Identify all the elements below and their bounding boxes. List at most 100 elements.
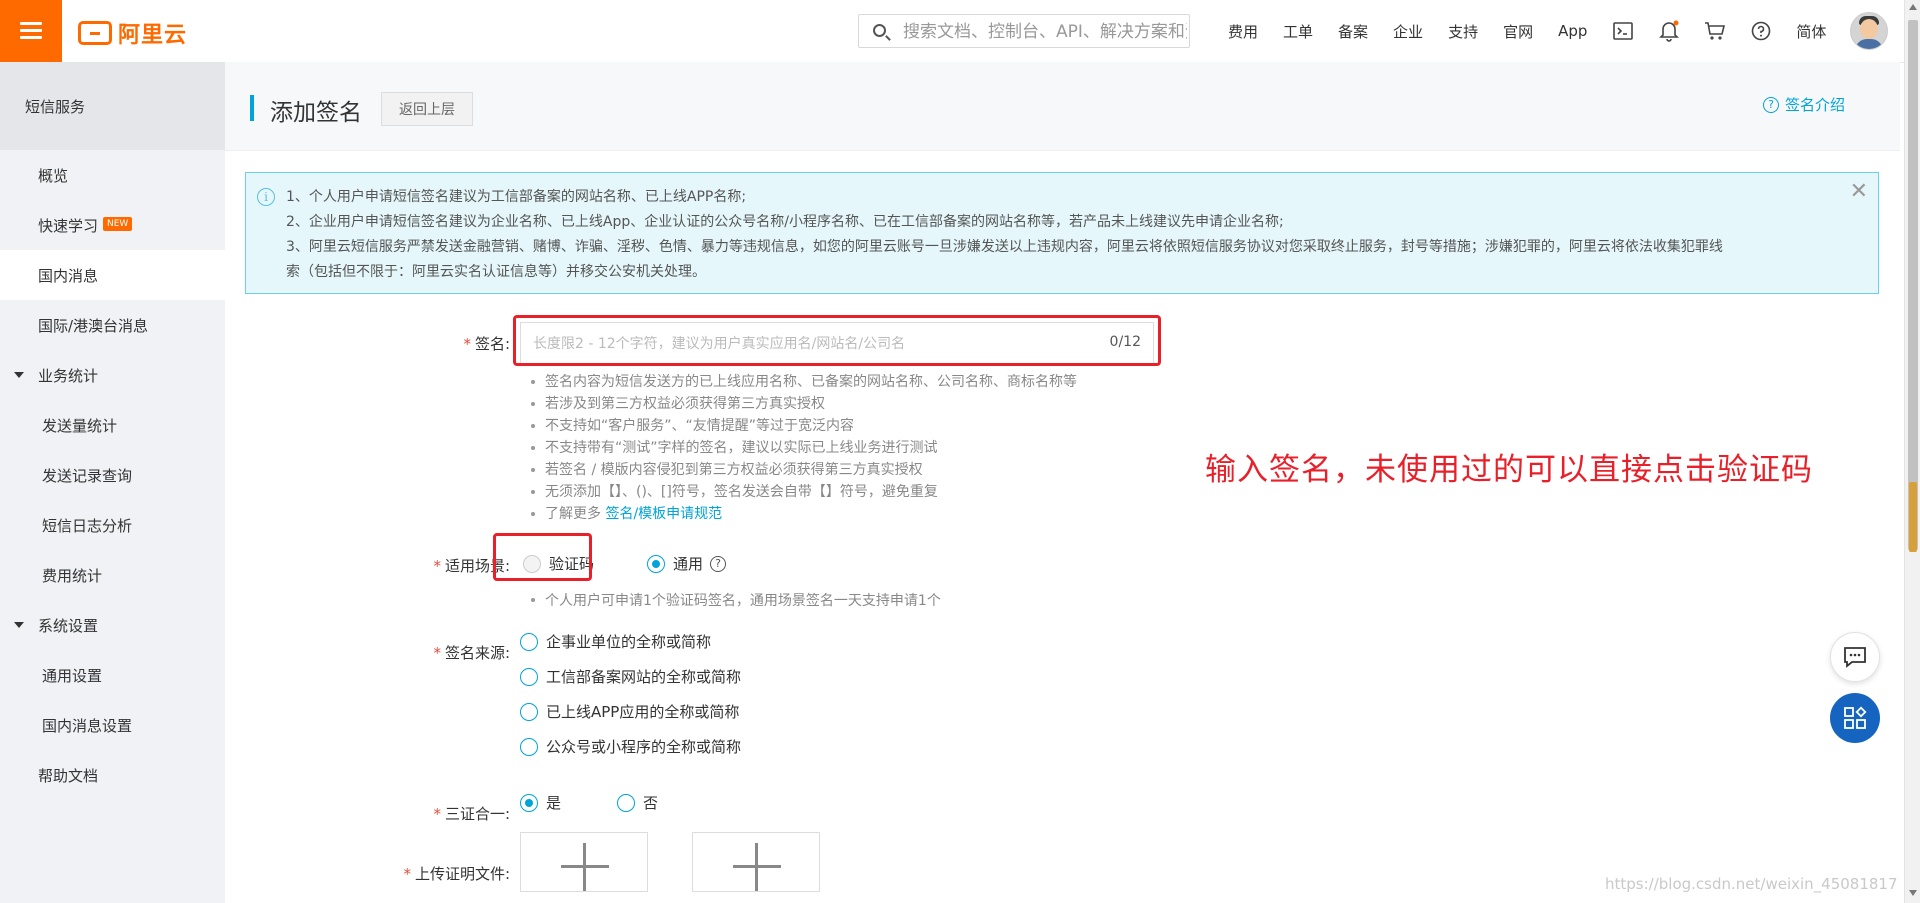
bell-icon[interactable] [1658, 20, 1680, 42]
sidebar-item-cost-stats[interactable]: 费用统计 [0, 550, 225, 600]
radio-circle [520, 632, 538, 651]
close-icon[interactable]: ✕ [1850, 181, 1868, 203]
scroll-thumb[interactable] [1908, 20, 1918, 550]
radio-circle [617, 793, 635, 812]
search-box[interactable] [858, 14, 1190, 48]
caret-down-icon [14, 622, 24, 628]
apps-icon [1844, 706, 1867, 729]
question-icon: ? [1762, 96, 1779, 113]
title-accent-bar [250, 95, 254, 121]
top-bar: 阿里云 费用 工单 备案 企业 支持 官网 App 简体 [0, 0, 1904, 63]
sidebar-title: 短信服务 [25, 98, 86, 116]
chat-icon [1844, 647, 1866, 668]
radio-general[interactable]: 通用 ? [647, 553, 727, 574]
notice-line: 索（包括但不限于：阿里云实名认证信息等）并移交公安机关处理。 [286, 264, 706, 280]
sidebar-item-international[interactable]: 国际/港澳台消息 [0, 300, 225, 350]
list-item: 了解更多 签名/模板申请规范 [531, 503, 1077, 525]
three-in-one-label: * 三证合一: [433, 805, 510, 823]
radio-circle [520, 667, 538, 686]
radio-yes[interactable]: 是 [520, 792, 561, 813]
radio-source-website[interactable]: 工信部备案网站的全称或简称 [520, 666, 741, 687]
sidebar-header: 短信服务 [0, 62, 225, 150]
scroll-up-icon[interactable] [1909, 4, 1917, 10]
sidebar-item-send-volume[interactable]: 发送量统计 [0, 400, 225, 450]
logo-text: 阿里云 [118, 23, 188, 48]
notice-line: 2、企业用户申请短信签名建议为企业名称、已上线App、企业认证的公众号名称/小程… [286, 214, 1284, 230]
signature-hints: 签名内容为短信发送方的已上线应用名称、已备案的网站名称、公司名称、商标名称等 若… [531, 371, 1077, 525]
application-rules-link[interactable]: 签名/模板申请规范 [605, 506, 722, 522]
radio-circle [520, 793, 538, 812]
nav-support[interactable]: 支持 [1448, 21, 1478, 42]
hamburger-icon [20, 22, 42, 40]
page-title: 添加签名 [270, 100, 362, 126]
annotation-box-signature [513, 315, 1161, 366]
source-label: * 签名来源: [433, 644, 510, 662]
menu-button[interactable] [0, 0, 62, 62]
list-item: 若涉及到第三方权益必须获得第三方真实授权 [531, 393, 1077, 415]
scroll-down-icon[interactable] [1909, 890, 1917, 896]
top-nav: 费用 工单 备案 企业 支持 官网 App 简体 [1228, 0, 1889, 62]
notice-banner: i ✕ 1、个人用户申请短信签名建议为工信部备案的网站名称、已上线APP名称; … [245, 172, 1879, 294]
apps-button[interactable] [1830, 693, 1880, 743]
list-item: 不支持如“客户服务”、“友情提醒”等过于宽泛内容 [531, 415, 1077, 437]
list-item: 签名内容为短信发送方的已上线应用名称、已备案的网站名称、公司名称、商标名称等 [531, 371, 1077, 393]
search-icon [873, 24, 886, 37]
page-scrollbar[interactable] [1904, 0, 1920, 903]
upload-slot-1[interactable] [520, 832, 648, 892]
sidebar-item-domestic[interactable]: 国内消息 [0, 250, 225, 300]
nav-official-site[interactable]: 官网 [1503, 21, 1533, 42]
cart-icon[interactable] [1704, 20, 1726, 42]
list-item: 不支持带有“测试”字样的签名，建议以实际已上线业务进行测试 [531, 437, 1077, 459]
page-header: 添加签名 返回上层 ? 签名介绍 [225, 62, 1900, 151]
nav-fees[interactable]: 费用 [1228, 21, 1258, 42]
notice-line: 1、个人用户申请短信签名建议为工信部备案的网站名称、已上线APP名称; [286, 189, 747, 205]
sidebar-item-log-analysis[interactable]: 短信日志分析 [0, 500, 225, 550]
sidebar-item-domestic-settings[interactable]: 国内消息设置 [0, 700, 225, 750]
radio-circle [520, 737, 538, 756]
nav-tickets[interactable]: 工单 [1283, 21, 1313, 42]
back-button[interactable]: 返回上层 [381, 92, 473, 126]
main-content: 添加签名 返回上层 ? 签名介绍 i ✕ 1、个人用户申请短信签名建议为工信部备… [225, 62, 1900, 903]
nav-icp[interactable]: 备案 [1338, 21, 1368, 42]
help-icon[interactable] [1750, 20, 1772, 42]
aliyun-logo-icon [78, 21, 112, 45]
terminal-icon[interactable] [1612, 20, 1634, 42]
scroll-grip [1909, 482, 1917, 552]
upload-label: * 上传证明文件: [403, 865, 510, 883]
sidebar-item-overview[interactable]: 概览 [0, 150, 225, 200]
sidebar-item-general-settings[interactable]: 通用设置 [0, 650, 225, 700]
radio-circle [647, 554, 665, 573]
user-avatar[interactable] [1850, 12, 1889, 50]
new-badge: NEW [103, 217, 133, 231]
language-switch[interactable]: 简体 [1796, 21, 1826, 42]
sidebar-group-settings[interactable]: 系统设置 [0, 600, 225, 650]
radio-source-app[interactable]: 已上线APP应用的全称或简称 [520, 701, 739, 722]
sidebar-item-help-docs[interactable]: 帮助文档 [0, 750, 225, 800]
scene-label: * 适用场景: [433, 557, 510, 575]
chat-button[interactable] [1830, 632, 1880, 682]
aliyun-logo[interactable]: 阿里云 [78, 17, 187, 49]
nav-app[interactable]: App [1558, 22, 1587, 40]
nav-enterprise[interactable]: 企业 [1393, 21, 1423, 42]
question-icon[interactable]: ? [710, 555, 727, 572]
radio-no[interactable]: 否 [617, 792, 658, 813]
radio-source-mini-program[interactable]: 公众号或小程序的全称或简称 [520, 736, 741, 757]
sidebar-group-statistics[interactable]: 业务统计 [0, 350, 225, 400]
radio-circle [520, 702, 538, 721]
upload-slot-2[interactable] [692, 832, 820, 892]
sidebar-item-quickstart[interactable]: 快速学习 NEW [0, 200, 225, 250]
list-item: 无须添加【】、()、[]符号，签名发送会自带【】符号，避免重复 [531, 481, 1077, 503]
sidebar: 短信服务 概览 快速学习 NEW 国内消息 国际/港澳台消息 业务统计 发送量统… [0, 62, 225, 903]
notice-line: 3、阿里云短信服务严禁发送金融营销、赌博、诈骗、淫秽、色情、暴力等违规信息，如您… [286, 239, 1723, 255]
list-item: 若签名 / 模版内容侵犯到第三方权益必须获得第三方真实授权 [531, 459, 1077, 481]
radio-source-company[interactable]: 企事业单位的全称或简称 [520, 631, 711, 652]
annotation-box-verify [493, 533, 592, 581]
sidebar-item-send-records[interactable]: 发送记录查询 [0, 450, 225, 500]
caret-down-icon [14, 372, 24, 378]
annotation-text: 输入签名，未使用过的可以直接点击验证码 [1205, 452, 1813, 488]
scene-hint: 个人用户可申请1个验证码签名，通用场景签名一天支持申请1个 [531, 590, 941, 610]
info-icon: i [257, 188, 275, 206]
signature-label: * 签名: [463, 335, 510, 353]
search-input[interactable] [901, 19, 1189, 45]
signature-intro-link[interactable]: ? 签名介绍 [1762, 94, 1845, 115]
